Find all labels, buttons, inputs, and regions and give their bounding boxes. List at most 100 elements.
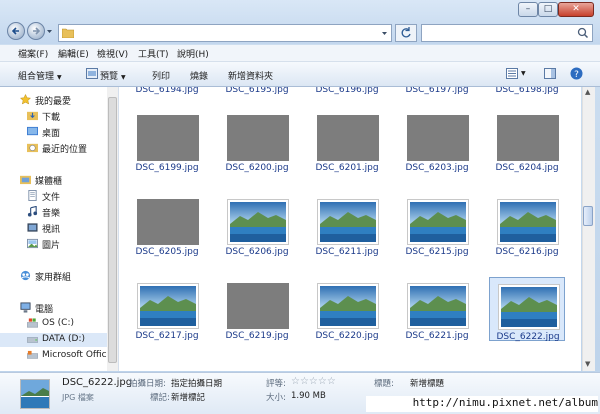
close-button[interactable]: ✕ (558, 2, 594, 17)
pictures-icon (27, 238, 38, 249)
file-tile[interactable]: DSC_6222.jpg (489, 277, 565, 342)
address-dropdown-icon[interactable] (381, 30, 388, 37)
file-tile[interactable]: DSC_6194.jpg (129, 87, 205, 95)
preview-label: 預覽 (100, 72, 119, 82)
image-thumbnail-placeholder (497, 115, 559, 161)
file-scrollbar[interactable]: ▲ ▼ (582, 87, 595, 371)
maximize-button[interactable]: □ (538, 2, 558, 17)
nav-favorites[interactable]: 我的最愛 (0, 93, 118, 107)
file-tile[interactable]: DSC_6198.jpg (489, 87, 565, 95)
nav-libraries[interactable]: 媒體櫃 (0, 173, 118, 187)
nav-videos[interactable]: 視訊 (0, 221, 118, 235)
nav-computer[interactable]: 電腦 (0, 301, 118, 315)
print-button[interactable]: 列印 (152, 69, 170, 82)
file-tile[interactable]: DSC_6206.jpg (219, 193, 295, 257)
nav-label: Microsoft Office (42, 350, 113, 360)
file-scrollbar-thumb[interactable] (583, 206, 593, 226)
nav-homegroup[interactable]: 家用群組 (0, 269, 118, 283)
nav-label: 文件 (42, 193, 61, 203)
file-name: DSC_6222.jpg (496, 332, 560, 342)
nav-desktop[interactable]: 桌面 (0, 125, 118, 139)
file-name: DSC_6216.jpg (495, 247, 559, 257)
file-tile[interactable]: DSC_6200.jpg (219, 109, 295, 173)
minimize-button[interactable]: – (518, 2, 538, 17)
image-thumbnail-placeholder (317, 115, 379, 161)
refresh-icon (401, 27, 411, 38)
rating-stars[interactable]: ☆☆☆☆☆ (291, 376, 336, 387)
menu-tools[interactable]: 工具(T) (138, 47, 169, 60)
scroll-up-icon[interactable]: ▲ (585, 88, 590, 96)
file-tile[interactable]: DSC_6220.jpg (309, 277, 385, 341)
new-folder-button[interactable]: 新增資料夾 (228, 69, 273, 82)
file-tile[interactable]: DSC_6199.jpg (129, 109, 205, 173)
file-tile[interactable]: DSC_6196.jpg (309, 87, 385, 95)
menu-view[interactable]: 檢視(V) (97, 47, 128, 60)
nav-label: 下載 (42, 113, 61, 123)
file-tile[interactable]: DSC_6205.jpg (129, 193, 205, 257)
photo-thumbnail (497, 199, 559, 245)
file-name: DSC_6204.jpg (495, 163, 559, 173)
refresh-button[interactable] (395, 24, 417, 42)
file-name: DSC_6198.jpg (495, 87, 559, 95)
menu-file[interactable]: 檔案(F) (18, 47, 48, 60)
file-name: DSC_6215.jpg (405, 247, 469, 257)
photo-thumbnail (407, 283, 469, 329)
title-value[interactable]: 新增標題 (410, 377, 444, 389)
menu-help[interactable]: 說明(H) (177, 47, 209, 60)
nav-label: OS (C:) (42, 318, 74, 328)
file-tile[interactable]: DSC_6215.jpg (399, 193, 475, 257)
file-tile[interactable]: DSC_6219.jpg (219, 277, 295, 341)
file-tile[interactable]: DSC_6216.jpg (489, 193, 565, 257)
nav-scrollbar-thumb[interactable] (108, 97, 117, 363)
burn-button[interactable]: 燒錄 (190, 69, 208, 82)
arrow-left-icon (11, 27, 19, 35)
recent-pages-dropdown-icon[interactable] (46, 28, 53, 35)
file-tile[interactable]: DSC_6201.jpg (309, 109, 385, 173)
file-tile[interactable]: DSC_6195.jpg (219, 87, 295, 95)
nav-label: 電腦 (35, 305, 54, 315)
back-button[interactable] (7, 22, 25, 40)
organize-label: 組合管理 (18, 72, 55, 82)
selected-file-thumbnail (20, 379, 50, 409)
preview-button[interactable]: 預覽 ▼ (100, 69, 126, 82)
search-input[interactable] (421, 24, 593, 42)
file-tile[interactable]: DSC_6211.jpg (309, 193, 385, 257)
nav-pictures[interactable]: 圖片 (0, 237, 118, 251)
image-thumbnail-placeholder (227, 283, 289, 329)
menu-edit[interactable]: 編輯(E) (58, 47, 89, 60)
tags-label: 標記: (150, 393, 170, 403)
file-tile[interactable]: DSC_6204.jpg (489, 109, 565, 173)
nav-drive-c[interactable]: OS (C:) (0, 317, 118, 331)
help-icon[interactable]: ? (570, 67, 583, 80)
file-tile[interactable]: DSC_6221.jpg (399, 277, 475, 341)
tags-value[interactable]: 新增標記 (171, 391, 205, 403)
office-drive-icon (27, 350, 38, 359)
file-tile[interactable]: DSC_6217.jpg (129, 277, 205, 341)
organize-button[interactable]: 組合管理 ▼ (18, 69, 62, 82)
preview-pane-icon[interactable] (544, 68, 556, 79)
file-tile[interactable]: DSC_6203.jpg (399, 109, 475, 173)
scroll-down-icon[interactable]: ▼ (585, 360, 590, 368)
date-value[interactable]: 指定拍攝日期 (171, 377, 222, 389)
nav-music[interactable]: 音樂 (0, 205, 118, 219)
file-name: DSC_6197.jpg (405, 87, 469, 95)
nav-label: 我的最愛 (35, 97, 72, 107)
search-icon (577, 27, 589, 39)
selected-file-name: DSC_6222.jpg (62, 377, 133, 388)
rating-label: 評等: (266, 379, 286, 389)
nav-label: 視訊 (42, 225, 61, 235)
nav-drive-d[interactable]: DATA (D:) (0, 333, 118, 347)
videos-icon (27, 223, 38, 232)
view-options-icon[interactable] (506, 68, 518, 79)
selected-file-type: JPG 檔案 (62, 393, 94, 402)
address-bar[interactable] (58, 24, 392, 42)
nav-recent[interactable]: 最近的位置 (0, 141, 118, 155)
file-tile[interactable]: DSC_6197.jpg (399, 87, 475, 95)
nav-downloads[interactable]: 下載 (0, 109, 118, 123)
folder-icon (62, 28, 74, 38)
view-dropdown-icon[interactable]: ▼ (521, 70, 526, 77)
nav-documents[interactable]: 文件 (0, 189, 118, 203)
documents-icon (28, 190, 37, 201)
nav-office[interactable]: Microsoft Office (0, 349, 118, 363)
forward-button[interactable] (27, 22, 45, 40)
